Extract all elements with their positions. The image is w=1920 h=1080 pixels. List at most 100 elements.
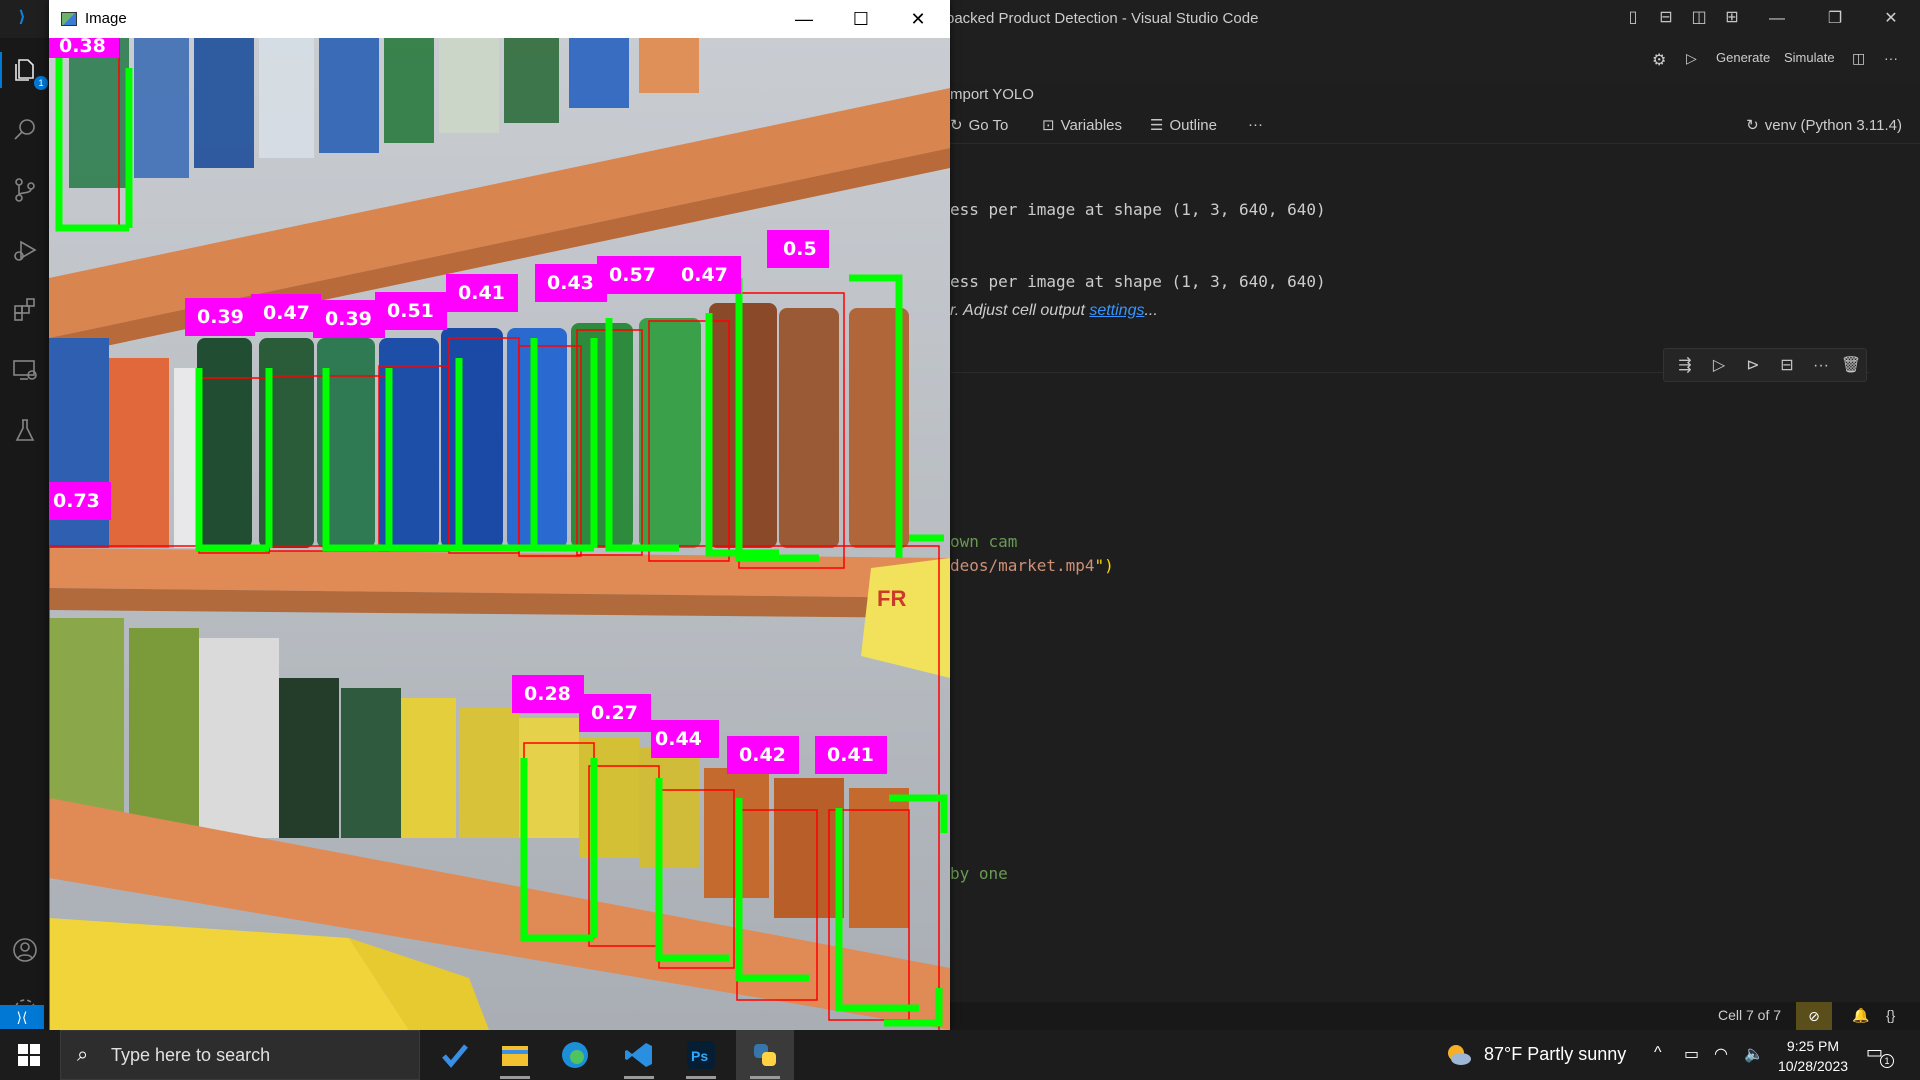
photoshop-icon[interactable]: Ps <box>672 1030 730 1080</box>
activity-bar: 1 <box>0 38 50 1030</box>
minimize-button[interactable]: — <box>1748 0 1806 38</box>
detection-label: 0.73 <box>53 490 100 512</box>
more-icon[interactable]: ··· <box>1248 116 1263 133</box>
source-control-icon[interactable] <box>0 166 50 214</box>
detection-frame: FR 0.38 0.39 0.47 0.39 0.51 0.41 0.43 0.… <box>49 38 950 1030</box>
kernel-sync-icon: ↻ <box>1746 117 1759 134</box>
weather-partly-sunny-icon[interactable] <box>1444 1041 1472 1069</box>
kernel-picker[interactable]: ↻ venv (Python 3.11.4) <box>1746 116 1902 134</box>
hide-icon[interactable]: ⊘ <box>1796 1002 1832 1030</box>
image-viewer-window[interactable]: Image — ☐ ✕ FR 0.38 0.39 0.47 0.39 0.51 … <box>49 0 950 1030</box>
outline-button[interactable]: ☰ Outline <box>1150 116 1217 134</box>
detection-label: 0.43 <box>547 272 594 294</box>
note-ellipsis: ... <box>1144 302 1158 319</box>
detection-label: 0.27 <box>591 702 638 724</box>
vscode-logo-icon: ⟩ <box>18 9 26 26</box>
code-comment: by one <box>950 864 1008 883</box>
image-window-titlebar[interactable]: Image — ☐ ✕ <box>49 0 950 38</box>
image-app-icon <box>61 12 77 26</box>
remote-indicator-button[interactable]: ⟩⟨ <box>0 1005 44 1029</box>
toggle-sidebar-icon[interactable]: ▯ <box>1623 8 1643 28</box>
clock[interactable]: 9:25 PM 10/28/2023 <box>1770 1036 1856 1076</box>
window-title: packed Product Detection - Visual Studio… <box>946 10 1259 27</box>
detection-label: 0.47 <box>681 264 728 286</box>
image-window-title: Image <box>85 10 127 27</box>
note-text: r. Adjust cell output <box>950 302 1090 319</box>
close-button[interactable]: ✕ <box>1862 0 1920 38</box>
detection-label: 0.28 <box>524 683 571 705</box>
run-debug-icon[interactable] <box>0 226 50 274</box>
detection-label: 0.5 <box>783 238 817 260</box>
kernel-label: venv (Python 3.11.4) <box>1764 117 1902 134</box>
code-line: deos/market.mp4") <box>950 556 1114 575</box>
detection-label: 0.38 <box>59 38 106 57</box>
maximize-button[interactable]: ☐ <box>832 0 890 38</box>
generate-button[interactable]: Generate <box>1716 50 1770 65</box>
status-bar: Cell 7 of 7 ⊘ 🔔 {} <box>950 1002 1920 1030</box>
volume-icon[interactable]: 🔈 <box>1744 1044 1764 1064</box>
detection-label: 0.47 <box>263 302 310 324</box>
braces-icon[interactable]: {} <box>1886 1007 1895 1023</box>
outline-icon: ☰ <box>1150 117 1164 134</box>
code-comment: own cam <box>950 532 1018 551</box>
start-button[interactable] <box>0 1030 58 1080</box>
vscode-icon[interactable] <box>610 1030 668 1080</box>
task-view-icon[interactable] <box>426 1030 484 1080</box>
testing-icon[interactable] <box>0 406 50 454</box>
remote-explorer-icon[interactable] <box>0 346 50 394</box>
toggle-panel-icon[interactable]: ⊟ <box>1656 8 1676 28</box>
weather-text[interactable]: 87°F Partly sunny <box>1484 1044 1626 1065</box>
settings-icon[interactable]: ⚙ <box>1652 50 1666 70</box>
output-truncation-note: r. Adjust cell output settings... <box>950 302 1158 320</box>
shelf-scene: FR 0.38 0.39 0.47 0.39 0.51 0.41 0.43 0.… <box>49 38 950 1030</box>
search-placeholder: Type here to search <box>111 1045 271 1065</box>
breadcrumb[interactable]: mport YOLO <box>950 86 1034 103</box>
search-icon[interactable] <box>0 106 50 154</box>
detection-label: 0.41 <box>827 744 874 766</box>
search-icon: ⌕ <box>77 1044 89 1066</box>
extensions-icon[interactable] <box>0 286 50 334</box>
file-explorer-icon[interactable] <box>486 1030 544 1080</box>
settings-link[interactable]: settings <box>1089 302 1144 319</box>
edge-icon[interactable] <box>546 1030 604 1080</box>
toggle-secondary-sidebar-icon[interactable]: ◫ <box>1689 8 1709 28</box>
output-line: ess per image at shape (1, 3, 640, 640) <box>950 272 1326 291</box>
svg-text:FR: FR <box>877 586 906 611</box>
detection-label: 0.44 <box>655 728 702 750</box>
goto-label: Go To <box>968 117 1009 134</box>
time: 9:25 PM <box>1786 1038 1840 1054</box>
execute-above-icon[interactable]: ⇶ <box>1674 355 1696 377</box>
wifi-icon[interactable]: ◠ <box>1714 1044 1728 1064</box>
close-button[interactable]: ✕ <box>889 0 947 38</box>
detection-label: 0.57 <box>609 264 656 286</box>
execute-cell-icon[interactable]: ▷ <box>1708 355 1730 377</box>
variables-button[interactable]: ⊡ Variables <box>1042 116 1122 134</box>
explorer-icon[interactable]: 1 <box>0 46 50 94</box>
accounts-icon[interactable] <box>0 926 50 974</box>
more-cell-actions-icon[interactable]: ··· <box>1810 355 1832 377</box>
detection-label: 0.41 <box>458 282 505 304</box>
detection-label: 0.42 <box>739 744 786 766</box>
split-cell-icon[interactable]: ⊟ <box>1776 355 1798 377</box>
battery-icon[interactable]: ▭ <box>1684 1044 1699 1064</box>
windows-logo-icon <box>18 1044 40 1066</box>
delete-cell-icon[interactable]: 🗑 <box>1840 355 1862 377</box>
restore-button[interactable]: ❐ <box>1806 0 1864 38</box>
split-editor-icon[interactable]: ◫ <box>1852 50 1865 67</box>
detection-label: 0.39 <box>325 308 372 330</box>
goto-button[interactable]: ↻ Go To <box>950 116 1008 134</box>
python-icon[interactable] <box>736 1030 794 1080</box>
notification-bell-icon[interactable]: 🔔 <box>1852 1007 1869 1024</box>
taskbar-search-box[interactable]: ⌕ Type here to search <box>60 1030 420 1080</box>
output-line: ess per image at shape (1, 3, 640, 640) <box>950 200 1326 219</box>
run-icon[interactable]: ▷ <box>1686 50 1697 67</box>
execute-below-icon[interactable]: ⊳ <box>1742 355 1764 377</box>
more-actions-icon[interactable]: ··· <box>1884 50 1898 66</box>
cell-position[interactable]: Cell 7 of 7 <box>1718 1007 1781 1023</box>
simulate-button[interactable]: Simulate <box>1784 50 1835 65</box>
detection-label: 0.51 <box>387 300 434 322</box>
minimize-button[interactable]: — <box>775 0 833 38</box>
show-hidden-icons-icon[interactable]: ^ <box>1654 1044 1662 1062</box>
customize-layout-icon[interactable]: ⊞ <box>1722 8 1742 28</box>
cell-toolbar: ⇶ ▷ ⊳ ⊟ ··· 🗑 <box>1663 348 1867 382</box>
